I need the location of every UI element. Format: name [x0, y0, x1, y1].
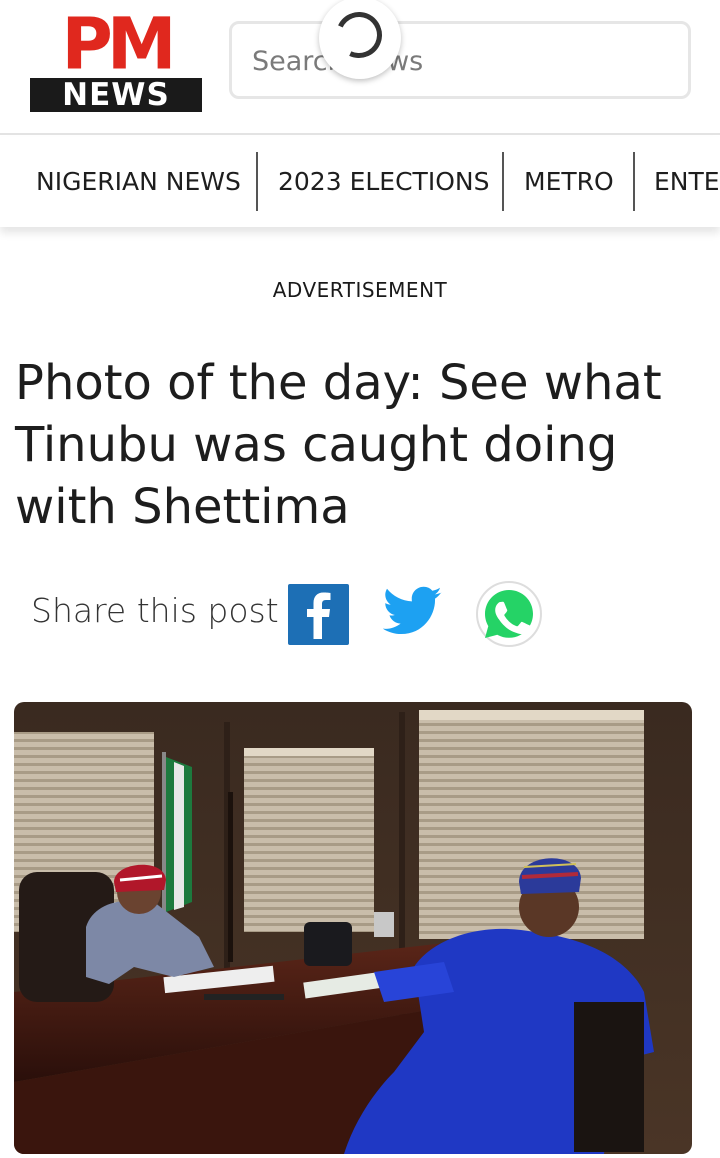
share-label: Share this post [31, 591, 279, 630]
nav-item-metro[interactable]: METRO [524, 152, 614, 211]
nav-divider [502, 152, 504, 211]
loading-spinner-icon [319, 0, 401, 79]
logo-pm-text: PM [61, 2, 177, 86]
nav-item-2023-elections[interactable]: 2023 ELECTIONS [278, 152, 489, 211]
nav-divider [256, 152, 258, 211]
nav-item-nigerian-news[interactable]: NIGERIAN NEWS [36, 152, 241, 211]
whatsapp-icon[interactable] [475, 580, 543, 648]
article-photo[interactable] [14, 702, 692, 1154]
nav-item-entertainment[interactable]: ENTERTAINMENT [654, 152, 720, 211]
site-header: PM NEWS [0, 0, 720, 135]
search-box[interactable] [229, 21, 691, 99]
logo-news-text: NEWS [30, 78, 202, 112]
article-title: Photo of the day: See what Tinubu was ca… [15, 355, 662, 535]
facebook-icon[interactable] [288, 584, 349, 645]
pm-news-logo[interactable]: PM NEWS [30, 2, 202, 112]
twitter-icon[interactable] [382, 586, 443, 638]
category-nav: NIGERIAN NEWS 2023 ELECTIONS METRO ENTER… [0, 137, 720, 227]
nav-divider [633, 152, 635, 211]
advertisement-label: ADVERTISEMENT [272, 278, 448, 302]
search-input[interactable] [252, 40, 672, 82]
